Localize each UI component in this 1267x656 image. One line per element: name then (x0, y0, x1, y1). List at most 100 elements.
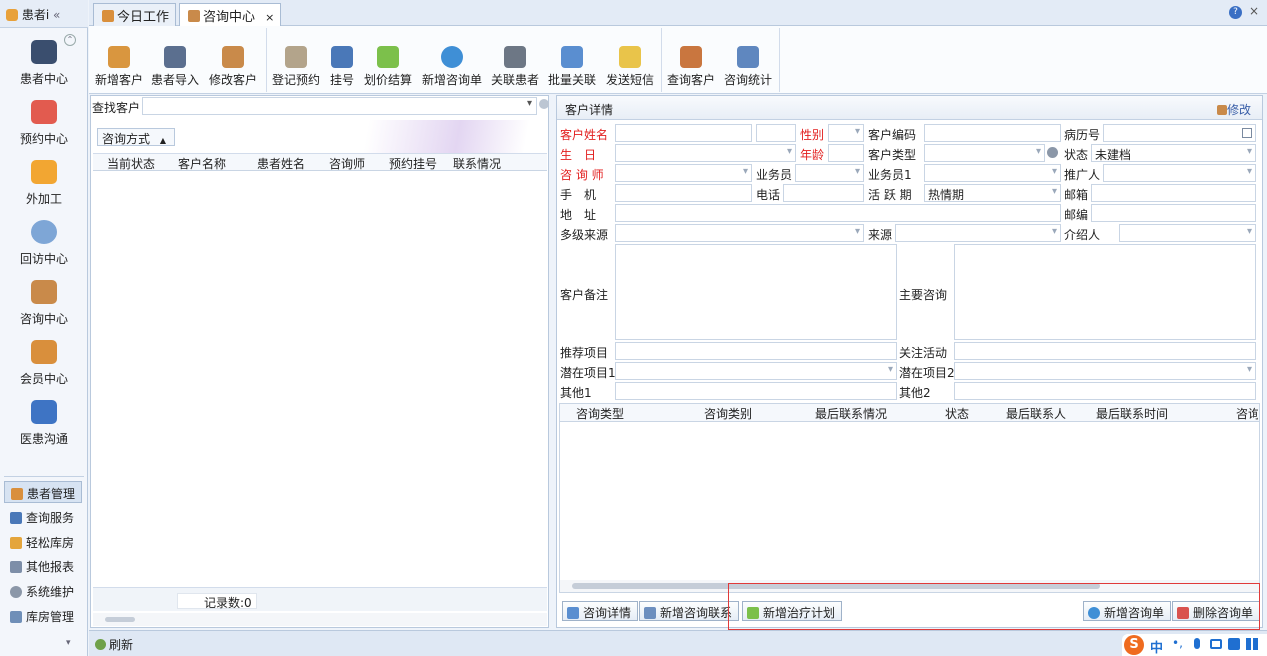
skin-icon[interactable] (1228, 638, 1240, 650)
column-customer-name[interactable]: 客户名称 (178, 155, 226, 172)
column-consult[interactable]: 咨询 (1236, 405, 1258, 422)
import-icon (164, 46, 186, 68)
nav-item-followup[interactable]: 回访中心 (0, 220, 88, 278)
promoter-select[interactable] (1103, 164, 1256, 182)
column-consultant[interactable]: 咨询师 (329, 155, 365, 172)
postcode-input[interactable] (1091, 204, 1256, 222)
main-consult-textarea[interactable] (954, 244, 1256, 340)
nav-item-communication[interactable]: 医患沟通 (0, 400, 88, 458)
query-customer-button[interactable]: 查询客户 (665, 46, 717, 92)
section-patient-management[interactable]: 患者管理 (4, 481, 82, 503)
nav-item-appointment[interactable]: 预约中心 (0, 100, 88, 158)
nav-item-patient-center[interactable]: 患者中心 (0, 40, 88, 98)
gender-select[interactable] (828, 124, 864, 142)
section-system[interactable]: 系统维护 (4, 580, 82, 602)
nav-item-member[interactable]: 会员中心 (0, 340, 88, 398)
chevron-down-icon[interactable]: ▾ (66, 638, 71, 648)
add-consult-form-button[interactable]: 新增咨询单 (419, 46, 485, 92)
customer-name-input[interactable] (615, 124, 752, 142)
ime-punct-mode[interactable]: •, (1172, 636, 1183, 650)
customer-code-input[interactable] (924, 124, 1061, 142)
birthday-picker[interactable] (615, 144, 796, 162)
nav-item-outsource[interactable]: 外加工 (0, 160, 88, 218)
column-patient-name[interactable]: 患者姓名 (257, 155, 305, 172)
add-user-icon (108, 46, 130, 68)
mobile-input[interactable] (615, 184, 752, 202)
billing-button[interactable]: 划价结算 (361, 46, 415, 92)
label-main-consult: 主要咨询 (899, 288, 948, 302)
potential2-select[interactable] (954, 362, 1256, 380)
salesman1-select[interactable] (924, 164, 1061, 182)
refresh-button[interactable]: 刷新 (95, 636, 133, 653)
consult-detail-button[interactable]: 咨询详情 (562, 601, 639, 621)
section-reports[interactable]: 其他报表 (4, 555, 82, 577)
referrer-select[interactable] (1119, 224, 1256, 242)
tab-today-work[interactable]: 今日工作 (93, 3, 177, 26)
group-header-consult-method[interactable]: 咨询方式 ▲ (97, 128, 175, 146)
batch-link-button[interactable]: 批量关联 (545, 46, 599, 92)
toolbox-icon[interactable] (1246, 638, 1258, 650)
ime-chinese-mode[interactable]: 中 (1150, 637, 1163, 656)
multi-source-select[interactable] (615, 224, 864, 242)
nav-item-consult[interactable]: 咨询中心 (0, 280, 88, 338)
message-icon (619, 46, 641, 68)
label-postcode: 邮编 (1064, 208, 1089, 222)
potential1-select[interactable] (615, 362, 897, 380)
column-state[interactable]: 状态 (945, 405, 969, 422)
section-query-service[interactable]: 查询服务 (4, 506, 82, 528)
edit-customer-button[interactable]: 修改客户 (205, 46, 261, 92)
horizontal-scrollbar[interactable] (93, 613, 547, 626)
add-customer-button[interactable]: 新增客户 (93, 46, 145, 92)
column-consult-category[interactable]: 咨询类别 (704, 405, 752, 422)
clear-icon[interactable] (539, 99, 549, 109)
consult-stats-button[interactable]: 咨询统计 (721, 46, 775, 92)
column-appointment[interactable]: 预约挂号 (389, 155, 437, 172)
ime-logo-icon[interactable]: S (1124, 635, 1144, 655)
column-last-contact[interactable]: 最后联系情况 (815, 405, 887, 422)
column-status[interactable]: 当前状态 (107, 155, 155, 172)
keyboard-icon[interactable] (1210, 639, 1222, 649)
activity-input[interactable] (954, 342, 1256, 360)
register-appointment-button[interactable]: 登记预约 (269, 46, 323, 92)
email-input[interactable] (1091, 184, 1256, 202)
column-last-contact-person[interactable]: 最后联系人 (1006, 405, 1066, 422)
column-contact[interactable]: 联系情况 (453, 155, 501, 172)
section-storeroom[interactable]: 库房管理 (4, 605, 82, 627)
edit-button[interactable]: 修改 (1217, 101, 1251, 118)
remark-textarea[interactable] (615, 244, 897, 340)
close-icon[interactable]: × (265, 11, 274, 24)
list-icon[interactable] (1242, 128, 1252, 138)
address-input[interactable] (615, 204, 1061, 222)
source-select[interactable] (895, 224, 1061, 242)
import-patient-button[interactable]: 患者导入 (149, 46, 201, 92)
active-period-select[interactable]: 热情期 (924, 184, 1061, 202)
register-button[interactable]: 挂号 (327, 46, 357, 92)
column-consult-type[interactable]: 咨询类型 (576, 405, 624, 422)
link-patient-button[interactable]: 关联患者 (489, 46, 541, 92)
record-no-input[interactable] (1103, 124, 1256, 142)
label-remark: 客户备注 (560, 288, 609, 302)
recommend-input[interactable] (615, 342, 897, 360)
window-close-icon[interactable]: × (1249, 4, 1259, 18)
nav-item-label: 咨询中心 (19, 312, 68, 326)
age-input[interactable] (828, 144, 864, 162)
other2-input[interactable] (954, 382, 1256, 400)
help-icon[interactable]: ? (1229, 6, 1242, 19)
section-warehouse[interactable]: 轻松库房 (4, 531, 82, 553)
customer-name-extra-input[interactable] (756, 124, 796, 142)
customer-type-select[interactable] (924, 144, 1045, 162)
consultant-select[interactable] (615, 164, 752, 182)
other1-input[interactable] (615, 382, 897, 400)
phone-input[interactable] (783, 184, 864, 202)
search-customer-input[interactable]: ▾ (142, 97, 537, 115)
status-select[interactable]: 未建档 (1091, 144, 1256, 162)
collapse-button[interactable]: « (53, 8, 60, 22)
nav-title-text: 患者i (21, 8, 50, 22)
microphone-icon[interactable] (1194, 638, 1200, 649)
column-last-contact-time[interactable]: 最后联系时间 (1096, 405, 1168, 422)
send-sms-button[interactable]: 发送短信 (603, 46, 657, 92)
tab-consult-center[interactable]: 咨询中心 × (179, 3, 282, 26)
salesman-select[interactable] (795, 164, 864, 182)
gear-icon[interactable] (1047, 147, 1058, 158)
add-consult-contact-button[interactable]: 新增咨询联系 (639, 601, 740, 621)
